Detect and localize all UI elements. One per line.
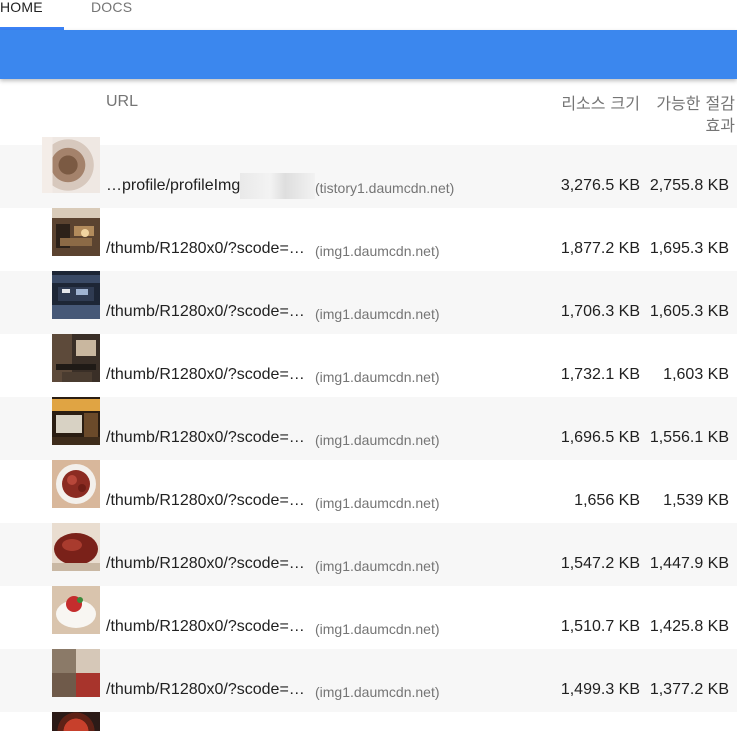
row-potential-savings: 2,755.8 KB <box>649 177 729 194</box>
row-url[interactable]: /thumb/R1280x0/?scode=… <box>106 555 305 573</box>
row-host: (img1.daumcdn.net) <box>315 432 440 448</box>
row-host: (img1.daumcdn.net) <box>315 558 440 574</box>
meat-platter-image-icon <box>52 523 100 571</box>
table-row[interactable]: /thumb/R1280x0/?scode=… (img1.daumcdn.ne… <box>0 271 737 334</box>
menu-board-image-icon <box>52 397 100 445</box>
noodle-bowl-image-icon <box>52 586 100 634</box>
table-row[interactable]: /thumb/R1280x0/?scode=… (img1.daumcdn.ne… <box>0 523 737 586</box>
row-host: (img1.daumcdn.net) <box>315 243 440 259</box>
app-header-bar <box>0 30 737 79</box>
redacted-text <box>240 173 315 199</box>
tab-home[interactable]: HOME <box>0 0 64 30</box>
table-row[interactable]: /thumb/R1280x0/?scode=… (img1.daumcdn.ne… <box>0 460 737 523</box>
table-header: URL 리소스 크기 가능한 절감 효과 <box>0 84 737 142</box>
row-url[interactable]: /thumb/R1280x0/?scode=… <box>106 303 305 321</box>
collage-image-icon <box>52 649 100 697</box>
row-host: (img1.daumcdn.net) <box>315 684 440 700</box>
column-header-resource-size: 리소스 크기 <box>561 94 640 113</box>
row-url[interactable]: /thumb/R1280x0/?scode=… <box>106 240 305 258</box>
row-potential-savings: 1,425.8 KB <box>649 618 729 635</box>
row-url[interactable]: /thumb/R1280x0/?scode=… <box>106 618 305 636</box>
restaurant-interior-image-icon <box>52 208 100 256</box>
row-url[interactable]: /thumb/R1280x0/?scode=… <box>106 366 305 384</box>
storefront-image-icon <box>52 271 100 319</box>
tab-docs[interactable]: DOCS <box>91 0 141 30</box>
column-header-url: URL <box>106 93 139 110</box>
row-host: (img1.daumcdn.net) <box>315 369 440 385</box>
row-potential-savings: 1,605.3 KB <box>649 303 729 320</box>
row-url[interactable]: /thumb/R1280x0/?scode=… <box>106 492 305 510</box>
row-potential-savings: 1,539 KB <box>663 492 729 509</box>
row-host: (img1.daumcdn.net) <box>315 306 440 322</box>
row-potential-savings: 1,556.1 KB <box>649 429 729 446</box>
resource-table-body: …profile/profileImg (tistory1.daumcdn.ne… <box>0 137 737 712</box>
table-row[interactable]: /thumb/R1280x0/?scode=… (img1.daumcdn.ne… <box>0 397 737 460</box>
row-url[interactable]: /thumb/R1280x0/?scode=… <box>106 681 305 699</box>
column-header-potential-savings: 가능한 절감 효과 <box>656 94 735 135</box>
row-host: (img1.daumcdn.net) <box>315 495 440 511</box>
row-potential-savings: 1,695.3 KB <box>649 240 729 257</box>
top-tab-bar: HOME DOCS <box>0 0 737 30</box>
row-url[interactable]: /thumb/R1280x0/?scode=… <box>106 429 305 447</box>
row-host: (img1.daumcdn.net) <box>315 621 440 637</box>
dining-room-image-icon <box>52 334 100 382</box>
row-potential-savings: 1,447.9 KB <box>649 555 729 572</box>
meat-dish-image-icon <box>52 460 100 508</box>
table-row[interactable]: /thumb/R1280x0/?scode=… (img1.daumcdn.ne… <box>0 208 737 271</box>
table-row[interactable]: …profile/profileImg (tistory1.daumcdn.ne… <box>0 137 737 208</box>
row-potential-savings: 1,377.2 KB <box>649 681 729 698</box>
table-row[interactable]: /thumb/R1280x0/?scode=… (img1.daumcdn.ne… <box>0 649 737 712</box>
partial-food-image-icon <box>52 712 100 731</box>
blurred-profile-image-icon <box>42 137 100 193</box>
table-row[interactable]: /thumb/R1280x0/?scode=… (img1.daumcdn.ne… <box>0 334 737 397</box>
table-row[interactable]: /thumb/R1280x0/?scode=… (img1.daumcdn.ne… <box>0 586 737 649</box>
row-potential-savings: 1,603 KB <box>663 366 729 383</box>
row-host: (tistory1.daumcdn.net) <box>315 180 455 196</box>
row-url[interactable]: …profile/profileImg <box>106 177 240 195</box>
